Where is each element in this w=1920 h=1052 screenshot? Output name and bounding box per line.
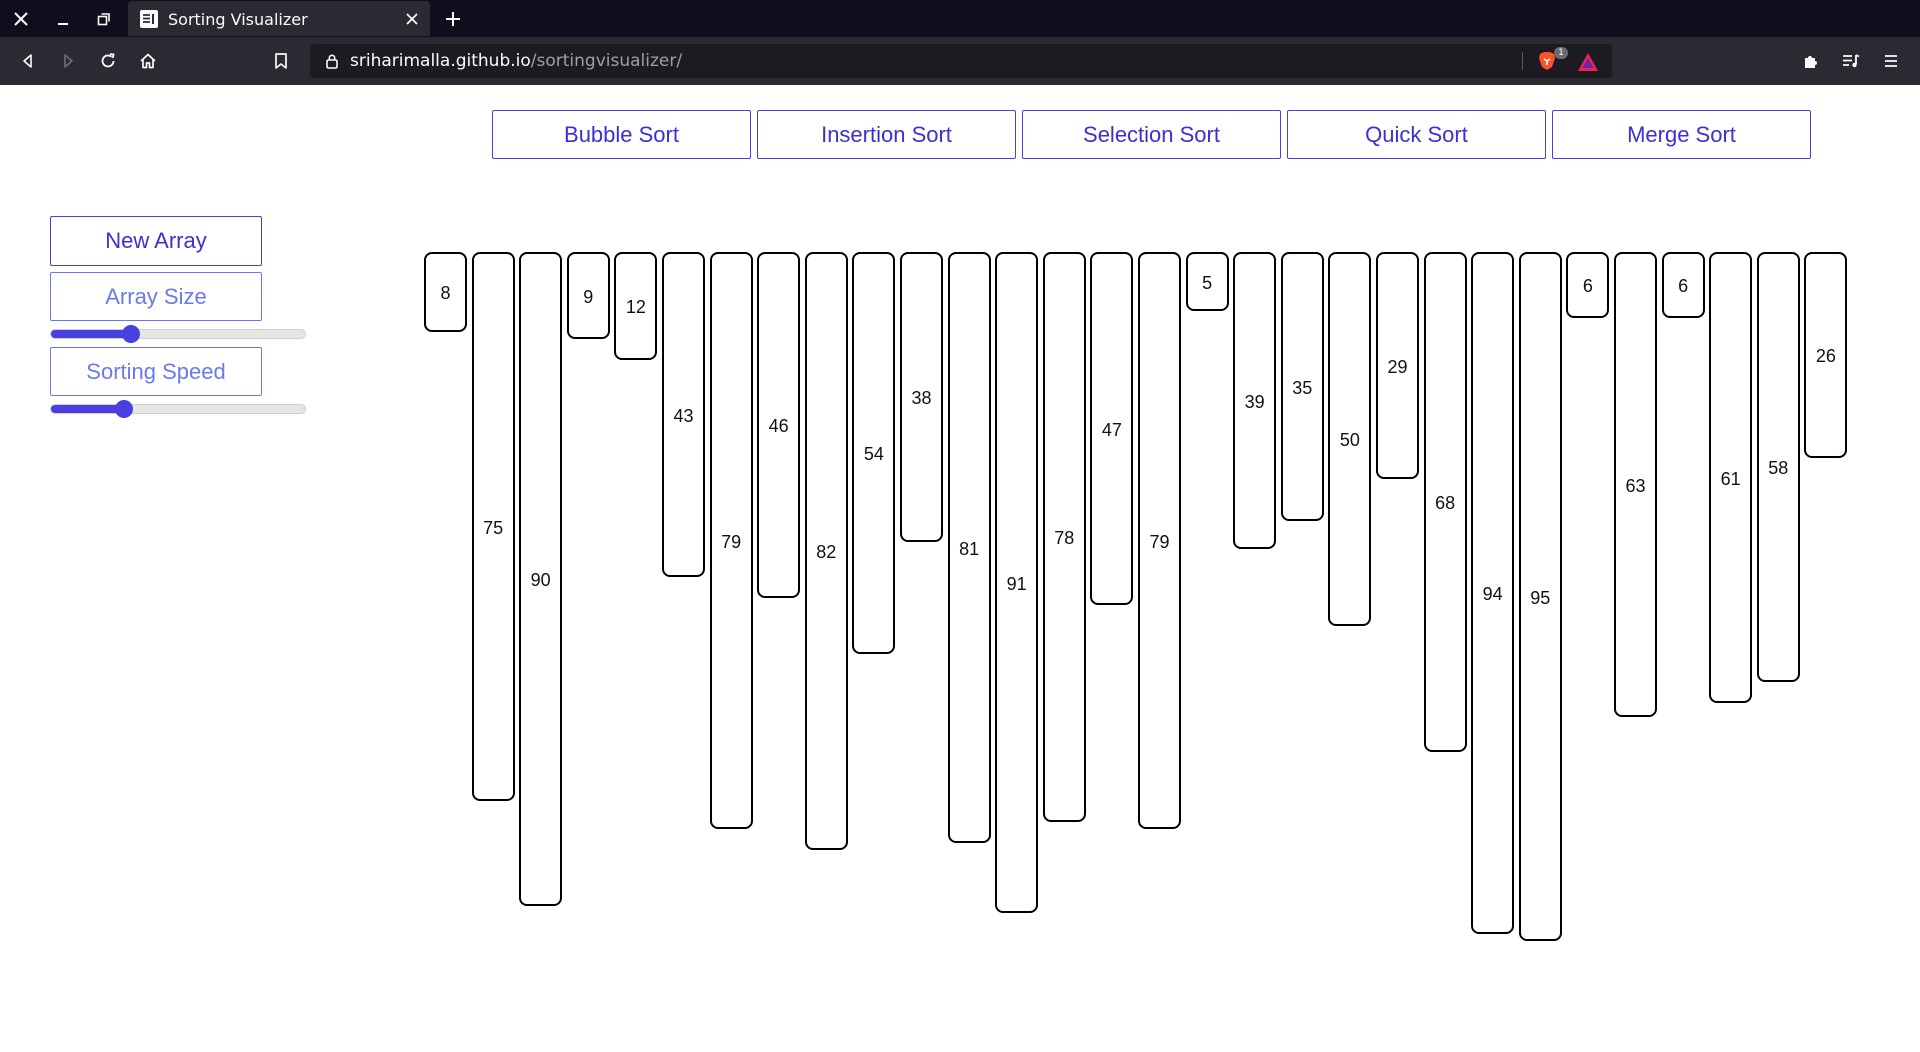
navigation-bar: sriharimalla.github.io/sortingvisualizer… — [0, 37, 1920, 85]
page-content: Bubble Sort Insertion Sort Selection Sor… — [0, 85, 1920, 1052]
array-bar: 12 — [614, 252, 658, 360]
back-icon[interactable] — [14, 47, 42, 75]
array-bar-value: 79 — [721, 531, 742, 552]
array-bar-value: 38 — [911, 388, 932, 408]
array-bar: 26 — [1804, 252, 1848, 458]
bookmark-icon[interactable] — [267, 47, 295, 75]
array-bar: 90 — [519, 252, 563, 906]
array-bar: 47 — [1090, 252, 1134, 605]
array-bar: 61 — [1709, 252, 1753, 703]
close-window-icon[interactable] — [8, 6, 34, 32]
array-bar-value: 94 — [1482, 584, 1503, 604]
array-bar-value: 78 — [1054, 528, 1075, 548]
array-bar: 68 — [1423, 252, 1467, 752]
array-bar-value: 5 — [1202, 272, 1213, 293]
array-bar: 43 — [662, 252, 705, 577]
tab-bar: Sorting Visualizer — [0, 0, 1920, 37]
array-bar-value: 82 — [816, 542, 837, 562]
restore-icon[interactable] — [91, 6, 117, 32]
array-bar: 94 — [1471, 252, 1515, 934]
array-bar-value: 9 — [583, 286, 594, 307]
array-bar: 91 — [995, 252, 1039, 913]
array-bar-value: 26 — [1815, 346, 1836, 366]
rewards-triangle-icon[interactable] — [1576, 51, 1600, 73]
extensions-icon[interactable] — [1797, 47, 1825, 75]
array-bar-value: 90 — [530, 570, 551, 590]
array-bar-value: 46 — [768, 416, 789, 436]
url-path: /sortingvisualizer/ — [530, 51, 683, 71]
shields-badge: 1 — [1554, 47, 1568, 59]
array-bar-value: 47 — [1101, 419, 1122, 440]
array-bar-value: 6 — [1678, 276, 1689, 296]
array-bar: 75 — [471, 252, 515, 801]
array-bar: 6 — [1661, 252, 1705, 318]
array-bar: 63 — [1614, 252, 1657, 717]
new-tab-icon[interactable] — [440, 6, 466, 32]
array-bars: 8 75 90 9 12 43 79 46 82 54 38 81 91 78 47 79 5 39 35 50 29 6… — [0, 85, 1920, 1052]
array-bar: 54 — [852, 252, 896, 654]
array-bar: 38 — [900, 252, 943, 542]
array-bar-value: 54 — [863, 444, 884, 464]
home-icon[interactable] — [134, 47, 162, 75]
array-bar: 95 — [1518, 252, 1562, 941]
array-bar: 78 — [1042, 252, 1086, 822]
array-bar-value: 79 — [1149, 531, 1170, 552]
array-bar: 8 — [424, 252, 467, 332]
page-favicon-icon — [140, 10, 158, 28]
array-bar-value: 29 — [1387, 356, 1408, 377]
forward-icon[interactable] — [54, 47, 82, 75]
reload-icon[interactable] — [94, 47, 122, 75]
tab-close-icon[interactable] — [402, 9, 422, 29]
array-bar-value: 6 — [1582, 276, 1593, 296]
array-bar-value: 63 — [1625, 475, 1646, 496]
array-bar: 79 — [709, 252, 753, 829]
array-bar: 50 — [1328, 252, 1372, 626]
tab-title: Sorting Visualizer — [168, 10, 308, 29]
array-bar-value: 43 — [673, 405, 694, 426]
array-bar-value: 58 — [1768, 458, 1789, 478]
array-bar-value: 12 — [625, 297, 646, 317]
array-bar: 79 — [1138, 252, 1181, 829]
array-bar: 9 — [566, 252, 610, 339]
array-bar: 35 — [1280, 252, 1324, 521]
array-bar: 58 — [1756, 252, 1800, 682]
array-bar: 39 — [1233, 252, 1277, 549]
array-bar-value: 8 — [440, 283, 451, 303]
array-bar: 6 — [1566, 252, 1610, 318]
array-bar: 46 — [757, 252, 801, 598]
url-text: sriharimalla.github.io/sortingvisualizer… — [350, 51, 682, 71]
array-bar: 82 — [804, 252, 848, 850]
array-bar: 29 — [1376, 252, 1419, 479]
array-bar-value: 39 — [1244, 391, 1265, 412]
menu-icon[interactable] — [1877, 47, 1905, 75]
array-bar-value: 91 — [1006, 573, 1027, 594]
address-bar[interactable]: sriharimalla.github.io/sortingvisualizer… — [310, 44, 1612, 78]
media-playlist-icon[interactable] — [1837, 47, 1865, 75]
array-bar-value: 61 — [1720, 468, 1741, 489]
array-bar-value: 95 — [1530, 587, 1551, 608]
url-separator — [1522, 52, 1523, 70]
array-bar-value: 50 — [1339, 430, 1360, 450]
lock-icon — [324, 53, 340, 69]
array-bar-value: 68 — [1435, 493, 1456, 513]
minimize-icon[interactable] — [50, 6, 76, 32]
url-host: sriharimalla.github.io — [350, 51, 531, 71]
array-bar: 81 — [947, 252, 991, 843]
array-bar: 5 — [1185, 252, 1229, 311]
array-bar-value: 75 — [483, 517, 504, 538]
array-bar-value: 81 — [959, 538, 980, 559]
tab-sorting-visualizer[interactable]: Sorting Visualizer — [128, 1, 430, 36]
array-bar-value: 35 — [1292, 377, 1313, 398]
